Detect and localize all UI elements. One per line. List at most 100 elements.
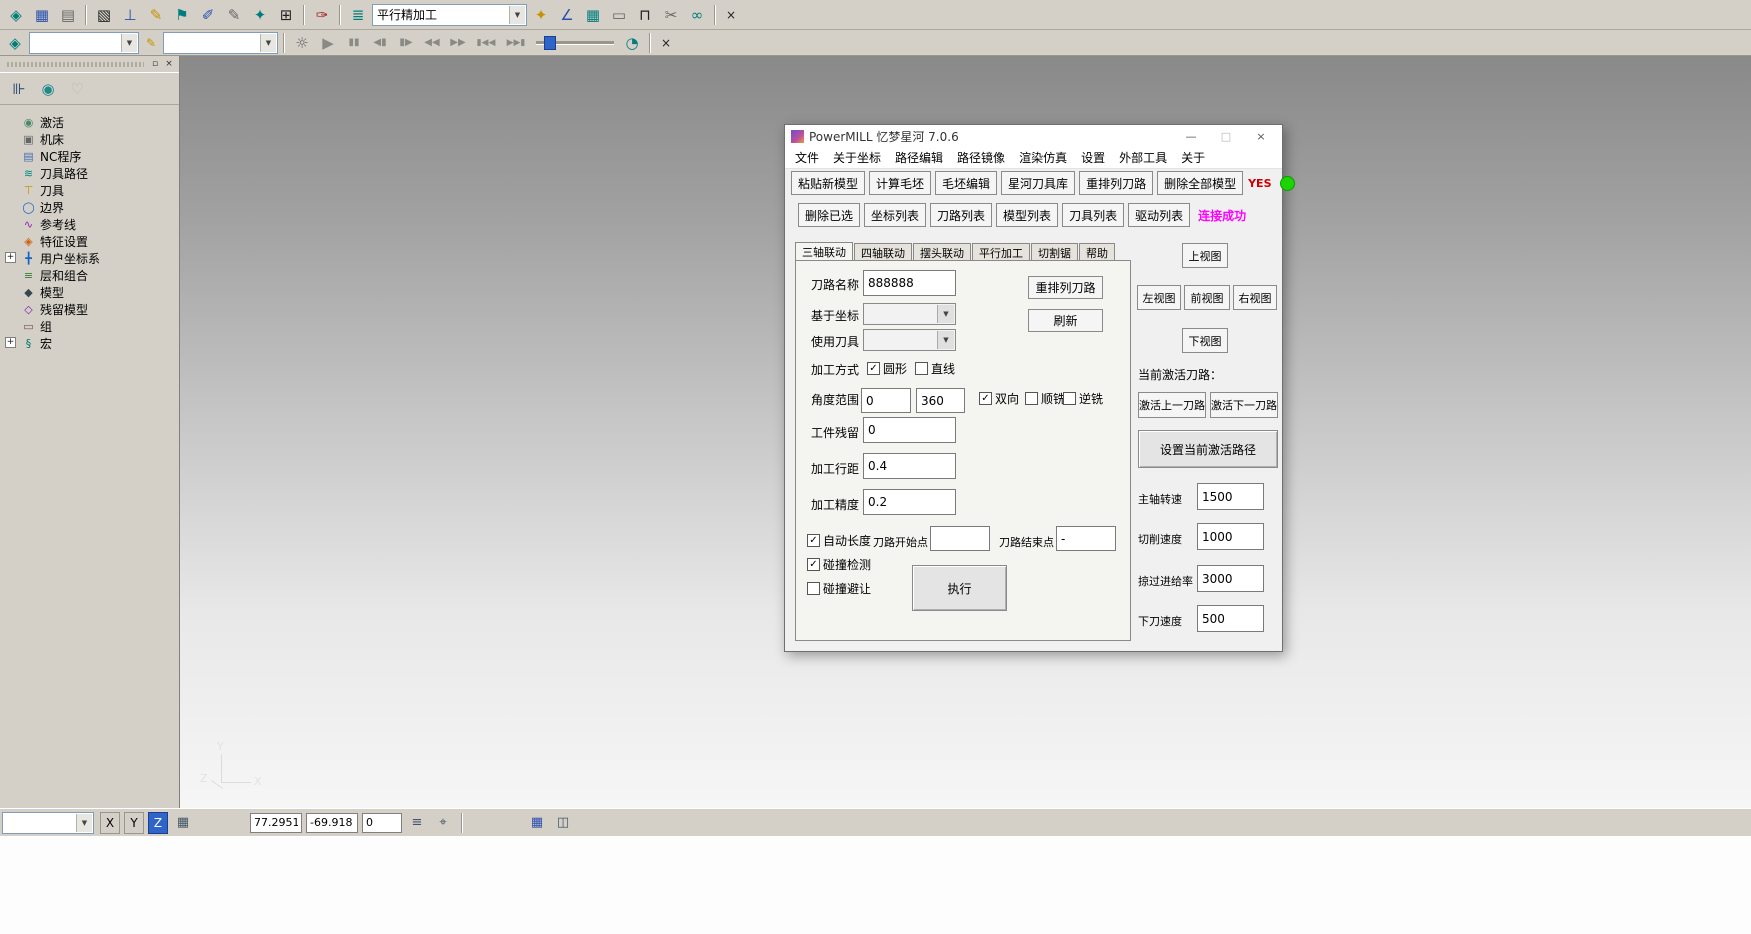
calc-block-button[interactable]: 计算毛坯	[869, 171, 931, 195]
transform-icon[interactable]: ✦	[248, 4, 272, 26]
panel-grip[interactable]	[7, 62, 144, 67]
expand-icon[interactable]: +	[5, 337, 16, 348]
trim-icon[interactable]: ✂	[659, 4, 683, 26]
execute-button[interactable]: 执行	[912, 565, 1007, 611]
tree-item-tools[interactable]: ⊤ 刀具	[0, 182, 179, 199]
rearrange-button[interactable]: 重排列刀路	[1028, 276, 1103, 299]
coord-list-button[interactable]: 坐标列表	[864, 203, 926, 227]
line-checkbox[interactable]: 直线	[915, 360, 955, 377]
checkbox-box[interactable]	[1063, 392, 1076, 405]
tab-parallel[interactable]: 平行加工	[972, 243, 1030, 261]
step-end-icon[interactable]: ▮▶	[394, 32, 418, 54]
use-tool-dropdown[interactable]	[863, 329, 956, 351]
print-icon[interactable]: ▤	[56, 4, 80, 26]
dialog-titlebar[interactable]: PowerMILL 忆梦星河 7.0.6 — □ ×	[785, 125, 1282, 147]
angle-to-input[interactable]	[916, 388, 965, 413]
collision-avoid-checkbox[interactable]: 碰撞避让	[807, 580, 871, 597]
globe-icon[interactable]: ◉	[36, 77, 60, 101]
slider-handle[interactable]	[544, 36, 556, 50]
zlevel-icon[interactable]: ∠	[555, 4, 579, 26]
strategy-preset-dropdown[interactable]: 平行精加工	[372, 4, 527, 26]
table-icon[interactable]: ▦	[172, 812, 194, 834]
menu-external-tools[interactable]: 外部工具	[1112, 147, 1174, 168]
menu-render-sim[interactable]: 渲染仿真	[1012, 147, 1074, 168]
step-start-icon[interactable]: ◀▮	[368, 32, 392, 54]
jump-end-icon[interactable]: ▶▶▮	[502, 32, 530, 54]
stepover-input[interactable]	[863, 453, 956, 479]
axis-y-button[interactable]: Y	[124, 812, 144, 834]
tab-3axis[interactable]: 三轴联动	[795, 242, 853, 261]
start-point-input[interactable]	[930, 526, 990, 551]
tab-4axis[interactable]: 四轴联动	[854, 243, 912, 261]
dual-pane-icon[interactable]: ◫	[552, 812, 574, 834]
base-coord-dropdown[interactable]	[863, 303, 956, 325]
block-icon[interactable]: ▧	[92, 4, 116, 26]
tree-item-nc-programs[interactable]: ▤ NC程序	[0, 148, 179, 165]
list-icon[interactable]: ≡	[406, 812, 428, 834]
circle-checkbox[interactable]: ✓ 圆形	[867, 360, 907, 377]
tool-list-button[interactable]: 刀具列表	[1062, 203, 1124, 227]
tree-item-activate[interactable]: ◉ 激活	[0, 114, 179, 131]
pause-icon[interactable]: ▮▮	[342, 32, 366, 54]
simulate-icon[interactable]: ∞	[685, 4, 709, 26]
conventional-checkbox[interactable]: 逆铣	[1063, 390, 1103, 407]
clamp-icon[interactable]: ⊓	[633, 4, 657, 26]
tree-item-groups[interactable]: ▭ 组	[0, 318, 179, 335]
activate-next-button[interactable]: 激活下一刀路	[1210, 392, 1278, 418]
snap-icon[interactable]: ⌖	[432, 812, 454, 834]
menu-about[interactable]: 关于	[1174, 147, 1212, 168]
menu-coords[interactable]: 关于坐标	[826, 147, 888, 168]
draw-icon[interactable]: ✎	[144, 4, 168, 26]
macro-record-icon[interactable]: ✑	[310, 4, 334, 26]
rearrange-toolpaths-button[interactable]: 重排列刀路	[1079, 171, 1153, 195]
tab-saw[interactable]: 切割锯	[1031, 243, 1078, 261]
activate-prev-button[interactable]: 激活上一刀路	[1138, 392, 1206, 418]
sim-speed-slider[interactable]	[536, 34, 614, 52]
set-active-path-button[interactable]: 设置当前激活路径	[1138, 430, 1278, 468]
save-icon[interactable]: ▦	[30, 4, 54, 26]
grid-icon[interactable]: ▦	[581, 4, 605, 26]
coord-x-input[interactable]	[250, 813, 302, 833]
collision-check-checkbox[interactable]: ✓ 碰撞检测	[807, 556, 871, 573]
expand-icon[interactable]: +	[5, 252, 16, 263]
angle-from-input[interactable]	[861, 388, 911, 413]
view-left-button[interactable]: 左视图	[1137, 285, 1181, 310]
back-icon[interactable]: ◀◀	[420, 32, 444, 54]
close-icon[interactable]: ×	[1246, 127, 1276, 145]
minimize-icon[interactable]: —	[1176, 127, 1206, 145]
checkbox-box[interactable]	[807, 582, 820, 595]
delete-selected-button[interactable]: 删除已选	[798, 203, 860, 227]
tree-item-boundaries[interactable]: ◯ 边界	[0, 199, 179, 216]
toolpath-list-button[interactable]: 刀路列表	[930, 203, 992, 227]
stock-input[interactable]	[863, 417, 956, 443]
tree-item-machine[interactable]: ▣ 机床	[0, 131, 179, 148]
block-edit-button[interactable]: 毛坯编辑	[935, 171, 997, 195]
cutting-feed-input[interactable]	[1197, 523, 1264, 550]
pm-layers-icon[interactable]: ◈	[3, 32, 27, 54]
menu-settings[interactable]: 设置	[1074, 147, 1112, 168]
plunge-feed-input[interactable]	[1197, 605, 1264, 632]
drive-list-button[interactable]: 驱动列表	[1128, 203, 1190, 227]
menu-path-mirror[interactable]: 路径镜像	[950, 147, 1012, 168]
panel-float-icon[interactable]: ▫	[148, 58, 162, 71]
block-add-icon[interactable]: ⊞	[274, 4, 298, 26]
strategy-icon[interactable]: ✦	[529, 4, 553, 26]
end-point-input[interactable]	[1056, 526, 1116, 551]
tree-item-macros[interactable]: + § 宏	[0, 335, 179, 352]
edit-icon[interactable]: ✎	[141, 32, 161, 54]
model-list-button[interactable]: 模型列表	[996, 203, 1058, 227]
skim-feed-input[interactable]	[1197, 565, 1264, 592]
climb-checkbox[interactable]: 顺铣	[1025, 390, 1065, 407]
checkbox-box[interactable]: ✓	[867, 362, 880, 375]
checkbox-box[interactable]: ✓	[807, 558, 820, 571]
checkbox-box[interactable]: ✓	[979, 392, 992, 405]
paste-new-model-button[interactable]: 粘贴新模型	[791, 171, 865, 195]
shield-icon[interactable]: ♡	[65, 77, 89, 101]
tab-help[interactable]: 帮助	[1079, 243, 1115, 261]
grid-blue-icon[interactable]: ▦	[526, 812, 548, 834]
tree-item-toolpaths[interactable]: ≋ 刀具路径	[0, 165, 179, 182]
view-front-button[interactable]: 前视图	[1184, 285, 1230, 310]
toolbar-close-icon[interactable]: ×	[721, 4, 741, 26]
forward-icon[interactable]: ▶▶	[446, 32, 470, 54]
checkbox-box[interactable]	[915, 362, 928, 375]
